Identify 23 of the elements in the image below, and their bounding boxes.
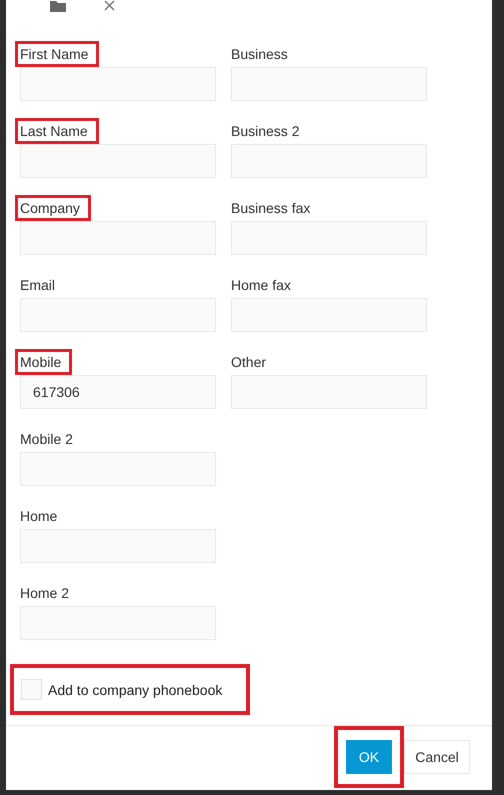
field-label: Home 2 bbox=[19, 584, 70, 603]
checkbox-row[interactable]: Add to company phonebook bbox=[10, 664, 250, 715]
cancel-button[interactable]: Cancel bbox=[404, 740, 470, 774]
field-label: Email bbox=[19, 276, 56, 295]
folder-icon[interactable] bbox=[50, 0, 67, 12]
close-icon[interactable] bbox=[104, 0, 115, 11]
field-label: Company bbox=[15, 195, 91, 221]
input-field[interactable] bbox=[20, 144, 216, 178]
field-label: Home fax bbox=[230, 276, 292, 295]
field-label: Business bbox=[230, 45, 289, 64]
field-label: Business fax bbox=[230, 199, 312, 218]
field-label: Mobile 2 bbox=[19, 430, 74, 449]
field-label: Business 2 bbox=[230, 122, 300, 141]
input-field[interactable] bbox=[20, 67, 216, 101]
checkbox[interactable] bbox=[21, 679, 42, 700]
field-label: Mobile bbox=[15, 349, 72, 375]
input-field[interactable]: 617306 bbox=[20, 375, 216, 409]
field-label: First Name bbox=[15, 41, 100, 67]
input-field[interactable] bbox=[20, 221, 216, 255]
field-label: Other bbox=[230, 353, 268, 372]
checkbox-label: Add to company phonebook bbox=[48, 682, 222, 698]
field-label: Last Name bbox=[15, 118, 99, 144]
field-label: Home bbox=[19, 507, 58, 526]
